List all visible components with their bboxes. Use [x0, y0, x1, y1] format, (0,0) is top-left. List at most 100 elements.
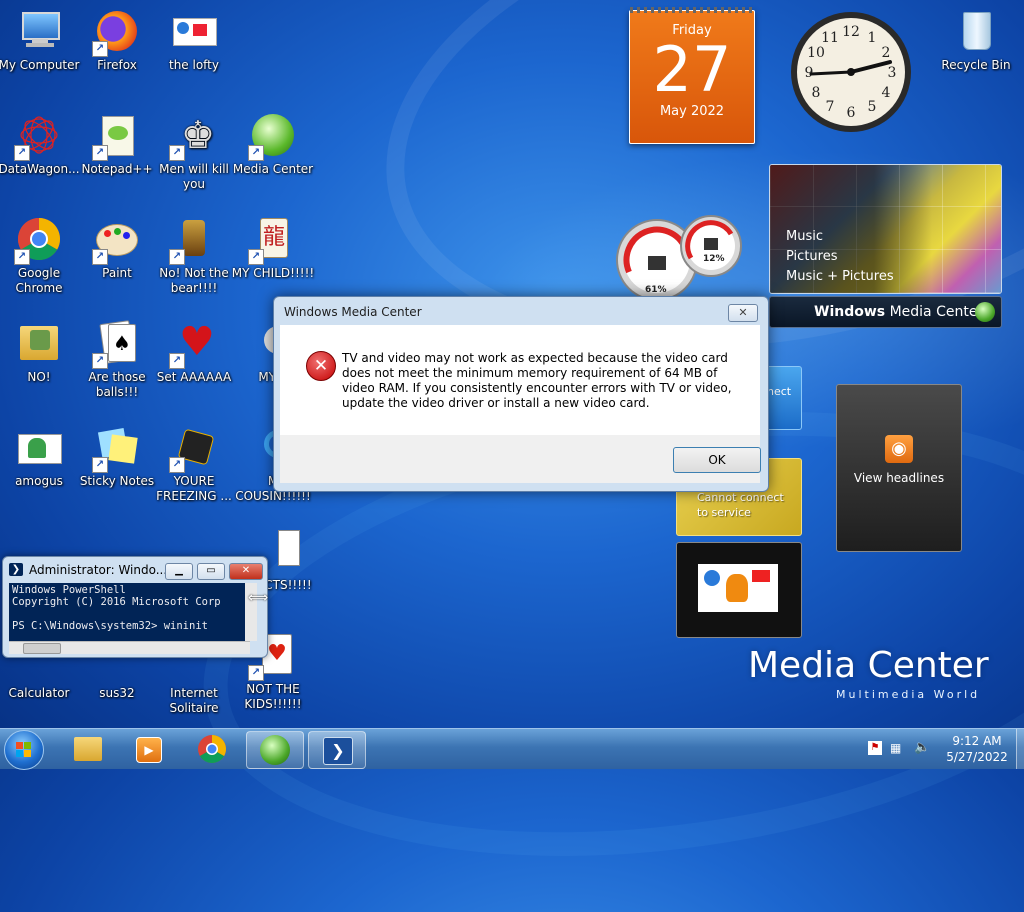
- media-center-gadget[interactable]: Music Pictures Music + Pictures Windows …: [769, 164, 1002, 328]
- desktop-icon-google-chrome[interactable]: ↗ Google Chrome: [0, 216, 81, 296]
- minimize-button[interactable]: ▁: [165, 563, 193, 580]
- volume-icon[interactable]: 🔈: [914, 740, 930, 755]
- chrome-icon: ↗: [14, 216, 62, 265]
- desktop-icon-men-will-kill-you[interactable]: ♚ ↗ Men will kill you: [152, 112, 236, 192]
- dice-icon: ↗: [169, 424, 217, 473]
- shortcut-arrow-icon: ↗: [92, 353, 108, 369]
- taskbar-media-player[interactable]: ▶: [120, 731, 176, 767]
- clock-date: 5/27/2022: [946, 750, 1008, 764]
- shortcut-arrow-icon: ↗: [248, 145, 264, 161]
- desktop-icon-my-child[interactable]: 龍 ↗ MY CHILD!!!!!: [231, 216, 315, 281]
- media-item-music-pictures[interactable]: Music + Pictures: [786, 267, 894, 287]
- service-status-line1: Cannot connect: [697, 491, 784, 504]
- shortcut-arrow-icon: ↗: [248, 665, 264, 681]
- desktop-icon-youre-freezing[interactable]: ↗ YOURE FREEZING ...: [152, 424, 236, 504]
- powershell-window[interactable]: ❯ Administrator: Windo... ▁ ▭ ✕ Windows …: [2, 556, 268, 658]
- taskbar-media-center[interactable]: [246, 731, 304, 769]
- powershell-title: Administrator: Windo...: [29, 563, 168, 577]
- network-icon[interactable]: ▦: [890, 741, 904, 755]
- cpu-usage-value: 61%: [645, 285, 667, 295]
- scrollbar-thumb[interactable]: [23, 643, 61, 654]
- desktop-icon-amogus[interactable]: amogus: [0, 424, 81, 489]
- taskbar: ▶ ❯ ⚑ ▦ 🔈 9:12 AM 5/27/2022: [0, 728, 1024, 770]
- close-button[interactable]: ✕: [229, 563, 263, 580]
- powershell-console[interactable]: Windows PowerShell Copyright (C) 2016 Mi…: [9, 583, 250, 643]
- paint-palette-icon: ↗: [92, 216, 140, 265]
- desktop-icon-label: Google Chrome: [15, 266, 63, 295]
- spirograph-icon: ↗: [14, 112, 62, 161]
- media-tiles: Music Pictures Music + Pictures: [769, 164, 1002, 294]
- calendar-rings: [630, 7, 754, 13]
- desktop-icon-label: Paint: [102, 266, 132, 280]
- media-center-brand-subtitle: Multimedia World: [836, 688, 981, 701]
- cpu-meter-gadget[interactable]: 61% 12%: [615, 212, 743, 301]
- media-center-error-dialog[interactable]: Windows Media Center ✕ ✕ TV and video ma…: [273, 296, 769, 492]
- shortcut-arrow-icon: ↗: [92, 249, 108, 265]
- shortcut-arrow-icon: ↗: [169, 249, 185, 265]
- feed-headlines-gadget[interactable]: ◉ View headlines: [836, 384, 962, 552]
- media-center-title-bold: Windows: [814, 304, 886, 320]
- error-icon: ✕: [306, 351, 336, 381]
- svg-text:6: 6: [847, 105, 856, 121]
- taskbar-powershell[interactable]: ❯: [308, 731, 366, 769]
- show-desktop-button[interactable]: [1016, 729, 1024, 769]
- svg-text:7: 7: [826, 99, 835, 115]
- desktop-icon-label: Are those balls!!!: [88, 370, 146, 399]
- folder-icon: [16, 320, 62, 366]
- svg-text:5: 5: [868, 99, 877, 115]
- desktop-icon-notepadpp[interactable]: ↗ Notepad++: [75, 112, 159, 177]
- horizontal-scrollbar[interactable]: [9, 641, 250, 654]
- desktop-icon-label: sus32: [99, 686, 135, 700]
- clock-gadget[interactable]: 12 1 2 3 4567 8 9 10 11: [789, 10, 913, 134]
- desktop-icon-my-computer[interactable]: My Computer: [0, 8, 81, 73]
- action-center-flag-icon[interactable]: ⚑: [868, 741, 882, 755]
- desktop-icon-label: Set AAAAAA: [156, 370, 232, 384]
- shortcut-arrow-icon: ↗: [14, 249, 30, 265]
- start-button[interactable]: [4, 730, 44, 770]
- slideshow-gadget[interactable]: [676, 542, 802, 638]
- dialog-title: Windows Media Center: [284, 305, 422, 319]
- media-player-icon: ▶: [136, 737, 162, 763]
- taskbar-explorer[interactable]: [60, 731, 116, 767]
- media-item-music[interactable]: Music: [786, 227, 894, 247]
- service-status-line2: to service: [697, 506, 751, 519]
- desktop-icon-datawagon[interactable]: ↗ DataWagon...: [0, 112, 81, 177]
- svg-text:12: 12: [842, 24, 860, 40]
- calendar-gadget[interactable]: Friday 27 May 2022: [629, 7, 755, 144]
- hearts-icon: ♥ ↗: [169, 320, 217, 369]
- chrome-icon: [198, 735, 226, 763]
- desktop-icon-are-those-balls[interactable]: ♠ ↗ Are those balls!!!: [75, 320, 159, 400]
- calendar-day: 27: [652, 33, 732, 106]
- resize-cursor-icon: ⟺: [248, 590, 269, 606]
- desktop-icon-media-center[interactable]: ↗ Media Center: [231, 112, 315, 177]
- shortcut-arrow-icon: ↗: [92, 457, 108, 473]
- clock[interactable]: 9:12 AM 5/27/2022: [942, 733, 1012, 765]
- media-center-icon: [260, 735, 290, 765]
- ok-button[interactable]: OK: [673, 447, 761, 473]
- desktop-icon-no-not-the-bear[interactable]: ↗ No! Not the bear!!!!: [152, 216, 236, 296]
- desktop-icon-sticky-notes[interactable]: ↗ Sticky Notes: [75, 424, 159, 489]
- clock-time: 9:12 AM: [952, 734, 1002, 748]
- dialog-close-button[interactable]: ✕: [728, 304, 758, 322]
- media-center-launcher[interactable]: Windows Media Center: [769, 296, 1002, 328]
- desktop-icon-label: Firefox: [97, 58, 137, 72]
- maximize-button[interactable]: ▭: [197, 563, 225, 580]
- desktop-icon-set-aaaaaa[interactable]: ♥ ↗ Set AAAAAA: [152, 320, 236, 385]
- desktop-icon-firefox[interactable]: ↗ Firefox: [75, 8, 159, 73]
- system-tray: ⚑ ▦ 🔈 9:12 AM 5/27/2022: [862, 729, 1024, 769]
- desktop-icon-recycle-bin[interactable]: Recycle Bin: [933, 8, 1019, 73]
- view-headlines-link[interactable]: View headlines: [837, 471, 961, 485]
- media-item-pictures[interactable]: Pictures: [786, 247, 894, 267]
- windows-logo-icon: [975, 302, 995, 322]
- sticky-notes-icon: ↗: [92, 424, 140, 473]
- desktop-icon-paint[interactable]: ↗ Paint: [75, 216, 159, 281]
- desktop-icon-label: No! Not the bear!!!!: [159, 266, 229, 295]
- computer-icon: [16, 8, 62, 54]
- desktop-icon-the-lofty[interactable]: the lofty: [152, 8, 236, 73]
- rss-icon: ◉: [885, 435, 913, 463]
- desktop-icon-label: My Computer: [0, 58, 80, 72]
- memory-usage-value: 12%: [703, 254, 725, 264]
- desktop-icon-no[interactable]: NO!: [0, 320, 81, 385]
- taskbar-chrome[interactable]: [184, 731, 240, 767]
- svg-text:8: 8: [812, 85, 821, 101]
